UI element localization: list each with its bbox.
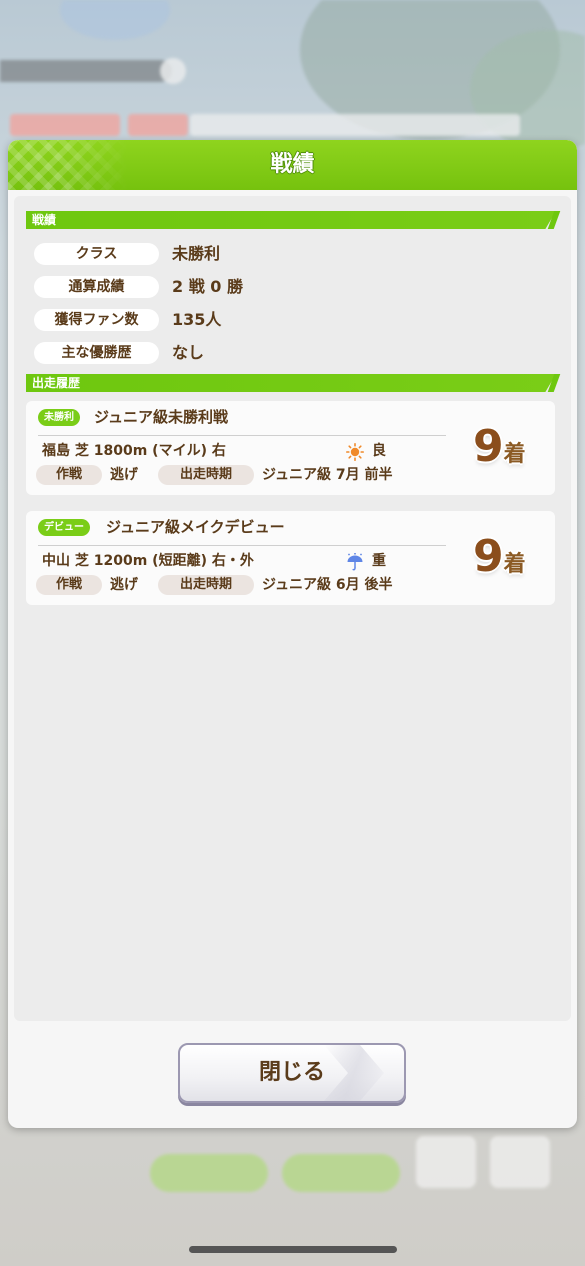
stat-value: なし <box>172 343 205 362</box>
period-value: ジュニア級 6月 後半 <box>262 577 393 593</box>
history-section-header: 出走履歴 <box>26 374 556 392</box>
rain-umbrella-icon <box>347 553 363 571</box>
race-grade-badge: 未勝利 <box>38 409 80 426</box>
background-square-button <box>416 1136 476 1188</box>
stat-value: 135人 <box>172 310 222 329</box>
strategy-label: 作戦 <box>36 575 102 595</box>
divider <box>38 435 446 436</box>
record-section-header: 戦績 <box>26 211 556 229</box>
placement-number: 9 <box>473 531 504 582</box>
background-pill <box>128 114 188 136</box>
close-button-label: 閉じる <box>258 1060 325 1085</box>
background-pill <box>10 114 120 136</box>
placement-suffix: 着 <box>503 552 526 577</box>
track-condition: 重 <box>372 553 386 569</box>
record-section-title: 戦績 <box>32 213 57 227</box>
stat-label: クラス <box>34 243 159 265</box>
period-label: 出走時期 <box>158 465 254 485</box>
strategy-label: 作戦 <box>36 465 102 485</box>
background-name-bar <box>0 60 172 82</box>
button-sheen <box>324 1045 384 1101</box>
home-indicator[interactable] <box>189 1246 397 1253</box>
stat-label: 獲得ファン数 <box>34 309 159 331</box>
history-section-title: 出走履歴 <box>32 376 81 390</box>
race-history-card[interactable]: デビュー ジュニア級メイクデビュー 中山 芝 1200m (短距離) 右・外 重… <box>26 511 555 605</box>
background-building <box>60 0 170 40</box>
placement: 9着 <box>473 419 526 483</box>
race-grade-badge: デビュー <box>38 519 90 536</box>
stat-label: 主な優勝歴 <box>34 342 159 364</box>
dialog-title: 戦績 <box>270 152 315 177</box>
placement-suffix: 着 <box>503 442 526 467</box>
background-info-button <box>160 58 186 84</box>
track-condition: 良 <box>372 443 386 459</box>
placement: 9着 <box>473 529 526 593</box>
close-button[interactable]: 閉じる <box>178 1043 406 1103</box>
race-name: ジュニア級メイクデビュー <box>106 518 285 536</box>
stat-value: 2 戦 0 勝 <box>172 277 243 296</box>
placement-number: 9 <box>473 421 504 472</box>
period-label: 出走時期 <box>158 575 254 595</box>
period-value: ジュニア級 7月 前半 <box>262 467 393 483</box>
race-name: ジュニア級未勝利戦 <box>94 408 228 426</box>
strategy-value: 逃げ <box>110 577 138 593</box>
race-course: 福島 芝 1800m (マイル) 右 <box>42 443 226 459</box>
dialog-header: 戦績 <box>8 140 577 190</box>
sun-icon <box>346 443 364 461</box>
strategy-value: 逃げ <box>110 467 138 483</box>
race-course: 中山 芝 1200m (短距離) 右・外 <box>42 553 254 569</box>
background-pill <box>190 114 520 136</box>
race-record-dialog: 戦績 戦績 クラス 未勝利 通算成績 2 戦 0 勝 獲得ファン数 135人 主… <box>8 140 577 1128</box>
divider <box>38 545 446 546</box>
race-history-card[interactable]: 未勝利 ジュニア級未勝利戦 福島 芝 1800m (マイル) 右 良 作戦 逃げ… <box>26 401 555 495</box>
stat-label: 通算成績 <box>34 276 159 298</box>
background-menu-button <box>490 1136 550 1188</box>
background-button <box>282 1154 400 1192</box>
stat-value: 未勝利 <box>172 244 221 263</box>
dialog-body[interactable]: 戦績 クラス 未勝利 通算成績 2 戦 0 勝 獲得ファン数 135人 主な優勝… <box>14 196 571 1021</box>
background-skip-button <box>150 1154 268 1192</box>
